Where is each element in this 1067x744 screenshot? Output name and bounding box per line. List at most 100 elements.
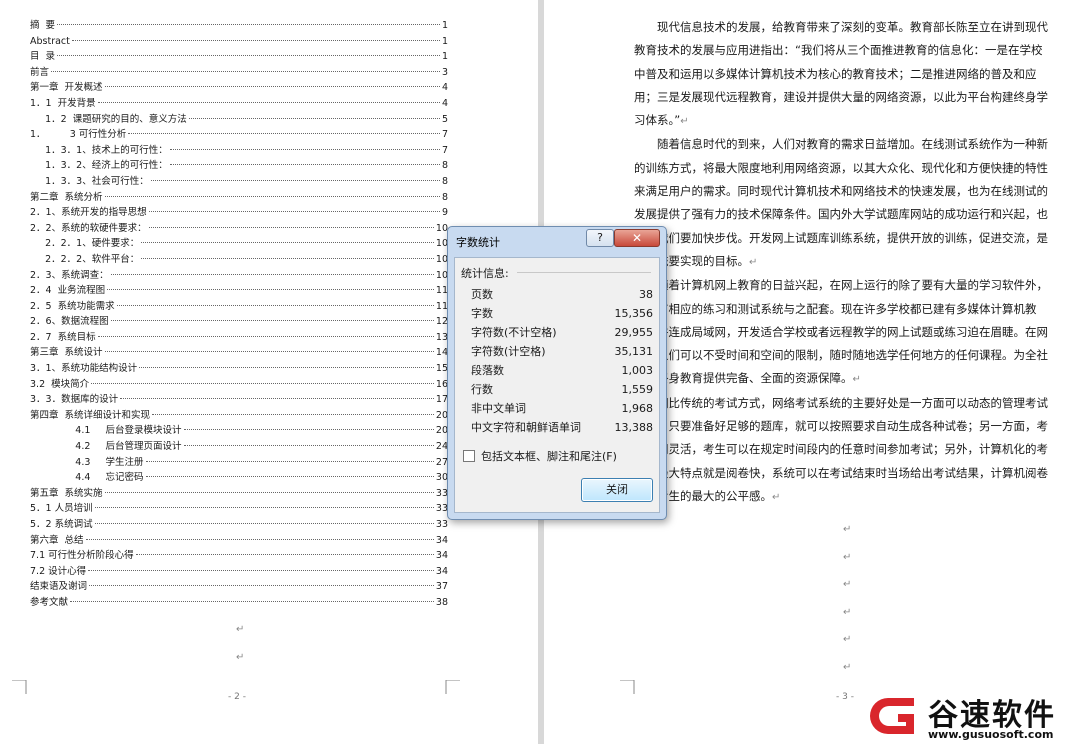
toc-entry[interactable]: 2．4 业务流程图 11 bbox=[30, 283, 448, 299]
stat-label: 字符数(不计空格) bbox=[471, 326, 557, 339]
empty-paragraphs: ↵ ↵ ↵ ↵ ↵ ↵ bbox=[843, 516, 851, 681]
toc-entry[interactable]: 第四章 系统详细设计和实现 20 bbox=[30, 408, 448, 424]
paragraph-mark: ↵ bbox=[843, 524, 852, 535]
toc-entry[interactable]: 摘 要 1 bbox=[30, 18, 448, 34]
toc-entry[interactable]: 5．2 系统调试 33 bbox=[30, 517, 448, 533]
toc-entry-page: 7 bbox=[441, 129, 448, 141]
toc-leader-dots bbox=[139, 367, 434, 369]
toc-entry-title: 1．1 开发背景 bbox=[30, 97, 96, 109]
toc-entry-title: 5．2 系统调试 bbox=[30, 519, 93, 530]
toc-entry[interactable]: 2．2、系统的软硬件要求： 10 bbox=[30, 221, 448, 237]
toc-entry-page: 33 bbox=[435, 519, 448, 530]
toc-entry-title: 3.2 模块简介 bbox=[30, 378, 90, 390]
paragraph-mark: ↵ bbox=[852, 374, 861, 386]
body-paragraph: 现代信息技术的发展，给教育带来了深刻的变革。教育部长陈至立在讲到现代教育技术的发… bbox=[634, 20, 1048, 128]
toc-leader-dots bbox=[89, 585, 434, 587]
toc-entry[interactable]: 1．3．1、技术上的可行性： 7 bbox=[30, 143, 448, 159]
toc-entry[interactable]: 1．3．2、经济上的可行性： 8 bbox=[30, 158, 448, 174]
toc-entry-page: 34 bbox=[435, 534, 448, 546]
toc-entry-title: 4.4 忘记密码 bbox=[30, 472, 144, 484]
toc-entry-title: Abstract bbox=[30, 35, 70, 47]
toc-entry[interactable]: 2．1、系统开发的指导思想 9 bbox=[30, 205, 448, 221]
toc-entry-page: 34 bbox=[435, 550, 448, 562]
toc-entry-title: 1． 3 可行性分析 bbox=[30, 129, 127, 141]
toc-entry[interactable]: 第五章 系统实施 33 bbox=[30, 486, 448, 502]
body-paragraph: 随着计算机网上教育的日益兴起，在网上运行的除了要有大量的学习软件外，还要有相应的… bbox=[634, 278, 1048, 386]
body-paragraph: 随着信息时代的到来，人们对教育的需求日益增加。在线测试系统作为一种新的训练方式，… bbox=[634, 137, 1048, 268]
toc-entry-page: 1 bbox=[441, 51, 448, 63]
statistics-heading: 统计信息: bbox=[461, 267, 509, 280]
toc-entry[interactable]: 第二章 系统分析 8 bbox=[30, 190, 448, 206]
toc-entry[interactable]: 4.2 后台管理页面设计 24 bbox=[30, 439, 448, 455]
toc-entry[interactable]: 2．7 系统目标 13 bbox=[30, 330, 448, 346]
paragraph-mark: ↵ bbox=[843, 634, 852, 645]
toc-entry-page: 8 bbox=[441, 175, 448, 187]
toc-entry[interactable]: 第三章 系统设计 14 bbox=[30, 345, 448, 361]
stat-row: 中文字符和朝鲜语单词 13,388 bbox=[471, 419, 653, 437]
toc-entry[interactable]: 1． 3 可行性分析 7 bbox=[30, 127, 448, 143]
toc-leader-dots bbox=[120, 398, 434, 400]
page-number-right: - 3 - bbox=[836, 692, 854, 702]
include-textboxes-checkbox[interactable] bbox=[463, 450, 475, 462]
stat-value: 29,955 bbox=[614, 326, 654, 339]
toc-leader-dots bbox=[169, 164, 440, 166]
toc-entry[interactable]: 3.2 模块简介 16 bbox=[30, 377, 448, 393]
toc-entry-page: 34 bbox=[435, 565, 448, 577]
toc-entry[interactable]: 2．2．1、硬件要求： 10 bbox=[30, 236, 448, 252]
toc-entry[interactable]: 第六章 总结 34 bbox=[30, 533, 448, 549]
toc-entry[interactable]: 2．6、数据流程图 12 bbox=[30, 314, 448, 330]
toc-entry-page: 4 bbox=[441, 82, 448, 94]
toc-entry[interactable]: 1．1 开发背景 4 bbox=[30, 96, 448, 112]
toc-leader-dots bbox=[148, 211, 440, 213]
toc-entry[interactable]: 4.3 学生注册 27 bbox=[30, 455, 448, 471]
stat-row: 非中文单词 1,968 bbox=[471, 400, 653, 418]
stat-value: 38 bbox=[639, 288, 653, 301]
toc-entry[interactable]: 7.2 设计心得 34 bbox=[30, 564, 448, 580]
toc-entry[interactable]: 1．2 课题研究的目的、意义方法 5 bbox=[30, 112, 448, 128]
stat-value: 1,968 bbox=[621, 402, 654, 415]
toc-entry-page: 9 bbox=[441, 207, 448, 219]
divider bbox=[517, 272, 651, 273]
toc-entry[interactable]: 2．2．2、软件平台： 10 bbox=[30, 252, 448, 268]
toc-entry[interactable]: 参考文献 38 bbox=[30, 595, 448, 611]
toc-entry[interactable]: 4.4 忘记密码 30 bbox=[30, 470, 448, 486]
toc-entry-title: 2．1、系统开发的指导思想 bbox=[30, 207, 147, 219]
close-window-button[interactable]: ✕ bbox=[614, 229, 660, 247]
toc-entry[interactable]: 3．3．数据库的设计 17 bbox=[30, 392, 448, 408]
stat-row: 字数 15,356 bbox=[471, 305, 653, 323]
toc-entry[interactable]: 第一章 开发概述 4 bbox=[30, 80, 448, 96]
toc-entry[interactable]: Abstract 1 bbox=[30, 34, 448, 50]
toc-leader-dots bbox=[116, 304, 434, 306]
toc-entry-title: 2．2．2、软件平台： bbox=[30, 253, 140, 265]
toc-entry[interactable]: 3．1、系统功能结构设计 15 bbox=[30, 361, 448, 377]
toc-leader-dots bbox=[57, 24, 440, 25]
toc-entry-title: 目 录 bbox=[30, 51, 56, 63]
toc-leader-dots bbox=[71, 39, 440, 41]
toc-entry-page: 37 bbox=[435, 581, 448, 593]
help-button[interactable]: ? bbox=[586, 229, 614, 247]
toc-entry[interactable]: 2．5 系统功能需求 11 bbox=[30, 299, 448, 315]
include-textboxes-option[interactable]: 包括文本框、脚注和尾注(F) bbox=[463, 448, 617, 464]
stat-label: 段落数 bbox=[471, 364, 504, 377]
toc-entry[interactable]: 前言 3 bbox=[30, 65, 448, 81]
toc-entry-title: 参考文献 bbox=[30, 596, 69, 608]
toc-leader-dots bbox=[128, 133, 440, 135]
toc-entry[interactable]: 目 录 1 bbox=[30, 49, 448, 65]
stat-row: 行数 1,559 bbox=[471, 381, 653, 399]
toc-entry[interactable]: 4.1 后台登录模块设计 20 bbox=[30, 423, 448, 439]
toc-entry-page: 5 bbox=[441, 113, 448, 125]
toc-entry[interactable]: 1．3．3、社会可行性： 8 bbox=[30, 174, 448, 190]
toc-entry[interactable]: 2．3、系统调查： 10 bbox=[30, 268, 448, 284]
toc-leader-dots bbox=[97, 101, 440, 103]
stat-row: 字符数(不计空格) 29,955 bbox=[471, 324, 653, 342]
toc-leader-dots bbox=[150, 179, 440, 181]
toc-entry[interactable]: 5．1 人员培训 33 bbox=[30, 501, 448, 517]
toc-entry-title: 1．3．3、社会可行性： bbox=[30, 175, 149, 187]
stat-value: 1,559 bbox=[621, 383, 654, 396]
toc-entry[interactable]: 结束语及谢词 37 bbox=[30, 579, 448, 595]
paragraph-mark: ↵ bbox=[843, 661, 852, 673]
close-button[interactable]: 关闭 bbox=[581, 478, 653, 502]
toc-leader-dots bbox=[145, 460, 434, 462]
toc-entry[interactable]: 7.1 可行性分析阶段心得 34 bbox=[30, 548, 448, 564]
toc-entry-page: 8 bbox=[441, 191, 448, 203]
